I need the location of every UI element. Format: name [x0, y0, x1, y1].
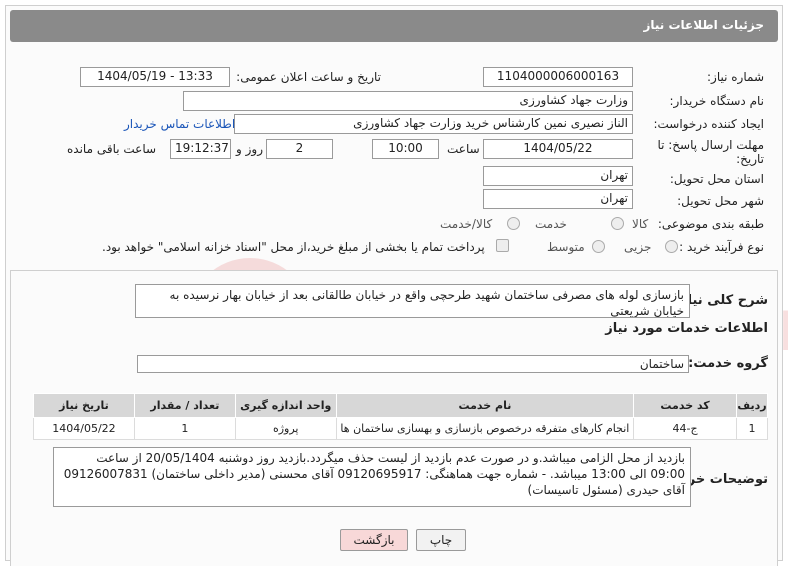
service-group-field: ساختمان	[137, 355, 689, 373]
creator-field: الناز نصیری نمین کارشناس خرید وزارت جهاد…	[234, 114, 633, 134]
need-number-field: 1104000006000163	[483, 67, 633, 87]
buyer-org-label: نام دستگاه خریدار:	[669, 94, 765, 108]
table-row: 1404/05/22 1 پروژه انجام کارهای متفرقه د…	[33, 417, 769, 440]
treasury-payment-checkbox[interactable]	[496, 239, 509, 252]
column-header: تعداد / مقدار	[133, 393, 236, 418]
process-minor-radio[interactable]	[665, 240, 678, 253]
announce-date-field: 1404/05/19 - 13:33	[80, 67, 230, 87]
header-bar: جزئیات اطلاعات نیاز	[10, 10, 778, 42]
category-option-service: خدمت	[535, 217, 567, 231]
deadline-label: مهلت ارسال پاسخ: تا	[657, 138, 764, 152]
back-button[interactable]: بازگشت	[340, 529, 408, 551]
category-label: طبقه بندی موضوعی:	[657, 217, 764, 231]
services-table: تاریخ نیاز تعداد / مقدار واحد اندازه گیر…	[33, 393, 769, 440]
print-button[interactable]: چاپ	[416, 529, 466, 551]
table-header-row: تاریخ نیاز تعداد / مقدار واحد اندازه گیر…	[33, 393, 769, 418]
column-header: کد خدمت	[633, 393, 737, 418]
category-option-goods: کالا	[632, 217, 649, 231]
deadline-time-field: 10:00	[372, 139, 439, 159]
page-title: جزئیات اطلاعات نیاز	[643, 18, 764, 32]
city-label: شهر محل تحویل:	[677, 194, 764, 208]
unit-cell: پروژه	[234, 417, 337, 440]
province-label: استان محل تحویل:	[669, 172, 764, 186]
process-label: نوع فرآیند خرید :	[679, 240, 764, 254]
buyer-org-field: وزارت جهاد کشاورزی	[183, 91, 633, 111]
process-option-minor: جزیی	[624, 240, 652, 254]
process-medium-radio[interactable]	[592, 240, 605, 253]
service-code-cell: ج-44	[633, 417, 737, 440]
need-date-cell: 1404/05/22	[33, 417, 135, 440]
service-name-cell: انجام کارهای متفرقه درخصوص بازسازی و بهس…	[335, 417, 635, 440]
deadline-time-label: ساعت	[447, 142, 480, 156]
announce-date-label: تاریخ و ساعت اعلان عمومی:	[236, 70, 381, 84]
deadline-date-field: 1404/05/22	[483, 139, 633, 159]
need-number-label: شماره نیاز:	[707, 70, 764, 84]
remaining-days-field: 2	[266, 139, 333, 159]
category-service-radio[interactable]	[507, 217, 520, 230]
category-option-both: کالا/خدمت	[440, 217, 493, 231]
summary-textarea[interactable]: بازسازی لوله های مصرفی ساختمان شهید طرحچ…	[135, 284, 690, 318]
column-header: واحد اندازه گیری	[234, 393, 337, 418]
quantity-cell: 1	[133, 417, 236, 440]
services-title: اطلاعات خدمات مورد نیاز	[605, 321, 768, 336]
remaining-time-field: 19:12:37	[170, 139, 231, 159]
city-field: تهران	[483, 189, 633, 209]
column-header: تاریخ نیاز	[33, 393, 135, 418]
row-number-cell: 1	[735, 417, 769, 440]
province-field: تهران	[483, 166, 633, 186]
column-header: ردیف	[735, 393, 769, 418]
creator-label: ایجاد کننده درخواست:	[653, 117, 764, 131]
deadline-date-label: تاریخ:	[736, 152, 764, 166]
buyer-contact-link[interactable]: اطلاعات تماس خریدار	[124, 117, 235, 131]
treasury-payment-note: پرداخت تمام یا بخشی از مبلغ خرید،از محل …	[102, 240, 485, 254]
process-option-medium: متوسط	[547, 240, 585, 254]
service-group-label: گروه خدمت:	[688, 356, 768, 371]
remaining-time-label: ساعت باقی مانده	[67, 142, 157, 156]
buyer-notes-textarea[interactable]: بازدید از محل الزامی میباشد.و در صورت عد…	[53, 447, 691, 507]
days-label: روز و	[236, 142, 263, 156]
category-goods-radio[interactable]	[611, 217, 624, 230]
column-header: نام خدمت	[335, 393, 635, 418]
